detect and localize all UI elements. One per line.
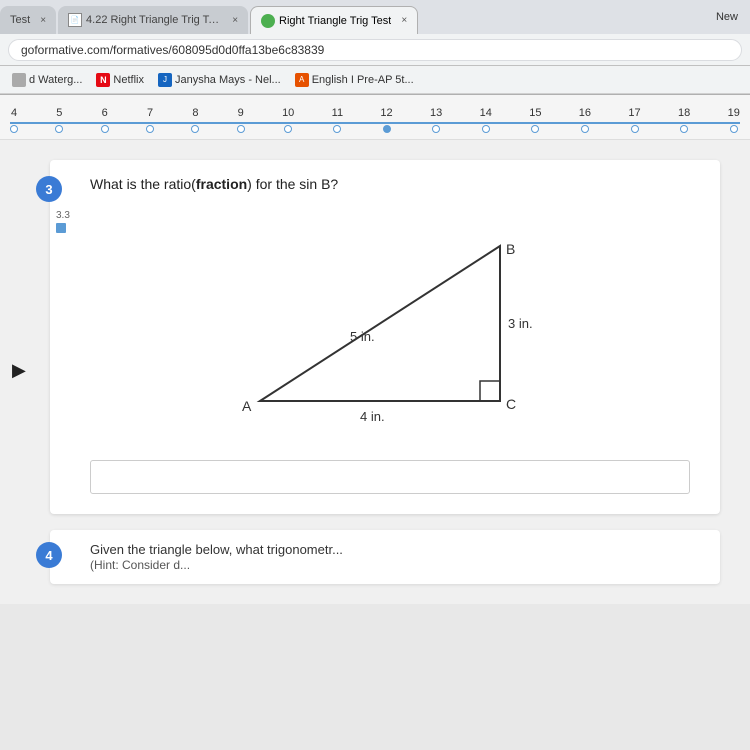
bookmark-english[interactable]: A English I Pre-AP 5t... (291, 71, 418, 89)
number-line: 4 5 6 7 8 9 10 (10, 103, 740, 133)
bookmarks-bar: d Waterg... N Netflix J Janysha Mays - N… (0, 66, 750, 94)
bookmark-janysha[interactable]: J Janysha Mays - Nel... (154, 71, 285, 89)
vertex-b-label: B (506, 241, 515, 257)
nl-dot-4 (10, 125, 18, 133)
nl-item-9: 9 (237, 107, 245, 133)
nl-dot-17 (631, 125, 639, 133)
side-ac-label: 4 in. (360, 409, 385, 424)
bookmark-janysha-label: Janysha Mays - Nel... (175, 74, 281, 86)
address-bar[interactable]: goformative.com/formatives/608095d0d0ffa… (8, 39, 742, 61)
tab-bar: Test × 📄 4.22 Right Triangle Trig Test [… (0, 0, 750, 34)
tab-test[interactable]: Test × (0, 6, 56, 34)
answer-input-area[interactable] (90, 460, 690, 494)
tab-right-triangle-close[interactable]: × (401, 15, 407, 26)
nl-item-5: 5 (55, 107, 63, 133)
nl-item-18: 18 (678, 107, 690, 133)
nl-dot-16 (581, 125, 589, 133)
nl-item-8: 8 (191, 107, 199, 133)
nl-dot-10 (284, 125, 292, 133)
question-3-text: What is the ratio(fraction) for the sin … (80, 176, 700, 192)
address-bar-row: goformative.com/formatives/608095d0d0ffa… (0, 34, 750, 66)
browser-chrome: Test × 📄 4.22 Right Triangle Trig Test [… (0, 0, 750, 95)
question-4-badge: 4 (36, 542, 62, 568)
nl-item-6: 6 (101, 107, 109, 133)
nl-dot-13 (432, 125, 440, 133)
question-4-text: Given the triangle below, what trigonome… (80, 542, 700, 572)
nl-item-15: 15 (529, 107, 541, 133)
number-line-container: 4 5 6 7 8 9 10 (0, 95, 750, 140)
tab-right-triangle[interactable]: Right Triangle Trig Test × (250, 6, 418, 34)
sublabel-box (56, 223, 66, 233)
tab-422[interactable]: 📄 4.22 Right Triangle Trig Test [Ba... × (58, 6, 248, 34)
side-ab-label: 5 in. (350, 329, 375, 344)
nl-dot-18 (680, 125, 688, 133)
number-line-items: 4 5 6 7 8 9 10 (10, 103, 740, 133)
new-tab-button[interactable]: New (704, 0, 750, 34)
bookmark-netflix[interactable]: N Netflix (92, 71, 148, 89)
cursor-arrow-icon: ▶ (12, 360, 26, 381)
nl-dot-8 (191, 125, 199, 133)
nl-dot-5 (55, 125, 63, 133)
nl-item-17: 17 (628, 107, 640, 133)
new-tab-label: New (716, 11, 738, 23)
main-content: ▶ 3 3.3 What is the ratio(fraction) for … (0, 140, 750, 604)
question-3-sublabel: 3.3 (56, 210, 70, 236)
tab-422-close[interactable]: × (232, 15, 238, 26)
bookmark-waterg[interactable]: d Waterg... (8, 71, 86, 89)
nl-dot-12-filled (383, 125, 391, 133)
nl-item-10: 10 (282, 107, 294, 133)
nl-dot-14 (482, 125, 490, 133)
nl-dot-9 (237, 125, 245, 133)
nl-item-14: 14 (480, 107, 492, 133)
question-3-badge: 3 (36, 176, 62, 202)
nl-dot-19 (730, 125, 738, 133)
bookmark-waterg-icon (12, 73, 26, 87)
nl-item-19: 19 (728, 107, 740, 133)
tab-test-close[interactable]: × (40, 15, 46, 26)
vertex-a-label: A (242, 398, 252, 414)
tab-test-label: Test (10, 14, 30, 26)
nl-item-13: 13 (430, 107, 442, 133)
question-4-block: 4 Given the triangle below, what trigono… (50, 530, 720, 584)
address-text: goformative.com/formatives/608095d0d0ffa… (21, 43, 324, 57)
triangle-diagram: A B C 5 in. 3 in. 4 in. (80, 206, 700, 456)
nl-dot-15 (531, 125, 539, 133)
tab-422-label: 4.22 Right Triangle Trig Test [Ba... (86, 14, 222, 26)
nl-dot-6 (101, 125, 109, 133)
tab-doc-icon: 📄 (68, 13, 82, 27)
bookmark-netflix-label: Netflix (113, 74, 144, 86)
nl-dot-11 (333, 125, 341, 133)
bookmark-waterg-label: d Waterg... (29, 74, 82, 86)
triangle-svg: A B C 5 in. 3 in. 4 in. (220, 216, 560, 436)
side-bc-label: 3 in. (508, 316, 533, 331)
vertex-c-label: C (506, 396, 516, 412)
bookmark-english-icon: A (295, 73, 309, 87)
nl-dot-7 (146, 125, 154, 133)
bookmark-janysha-icon: J (158, 73, 172, 87)
nl-item-12: 12 (380, 107, 392, 133)
bookmark-english-label: English I Pre-AP 5t... (312, 74, 414, 86)
tab-right-triangle-label: Right Triangle Trig Test (279, 15, 391, 27)
nl-item-16: 16 (579, 107, 591, 133)
nl-item-11: 11 (332, 107, 343, 133)
nl-item-7: 7 (146, 107, 154, 133)
number-line-track (10, 122, 740, 124)
bookmark-netflix-icon: N (96, 73, 110, 87)
formative-icon (261, 14, 275, 28)
nl-item-4: 4 (10, 107, 18, 133)
question-3-block: 3 3.3 What is the ratio(fraction) for th… (50, 160, 720, 514)
